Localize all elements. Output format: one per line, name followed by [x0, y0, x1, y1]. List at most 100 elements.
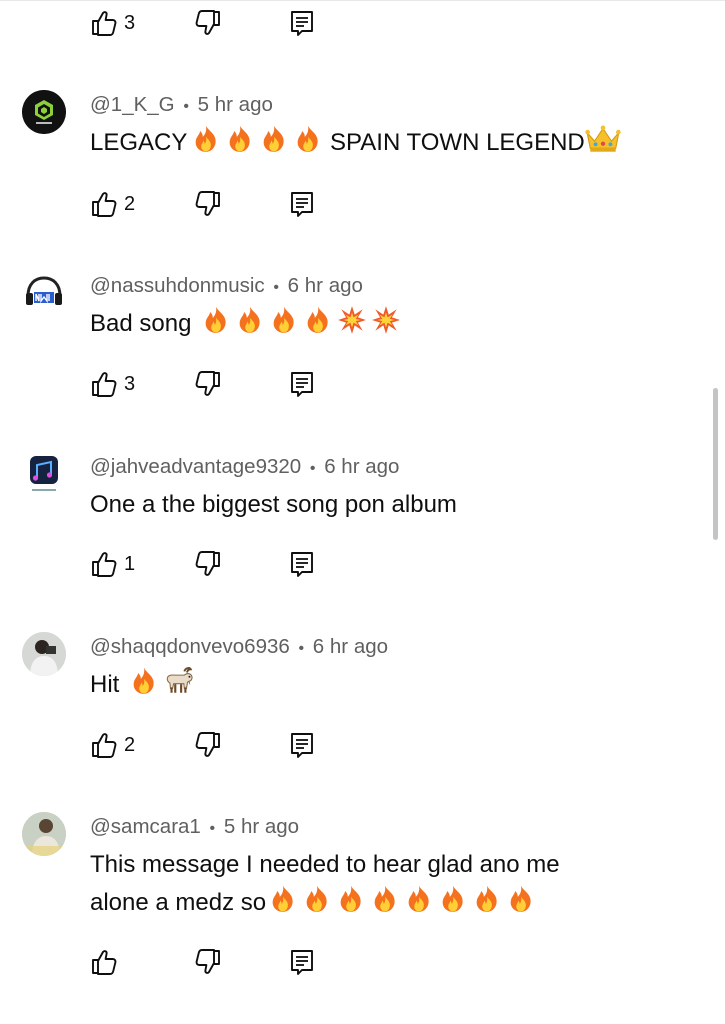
comment-text-part: Bad song	[90, 310, 192, 337]
avatar[interactable]	[22, 90, 66, 134]
comment-actions: 1	[90, 546, 330, 582]
avatar[interactable]	[22, 812, 66, 856]
like-button[interactable]: 2	[90, 727, 135, 763]
thumbs-up-icon	[90, 948, 118, 976]
comment-time[interactable]: 5 hr ago	[198, 93, 273, 116]
like-count: 2	[124, 733, 136, 756]
dislike-button[interactable]	[194, 5, 222, 41]
meta-separator: •	[309, 460, 316, 477]
comment-author[interactable]: @shaqqdonvevo6936	[90, 635, 290, 658]
comment-text: LEGACY SPAIN TOWN LEGEND	[90, 124, 690, 162]
thumbs-up-icon	[90, 9, 118, 37]
avatar-photo-image	[22, 812, 66, 856]
goat-emoji	[163, 666, 195, 696]
comment-text-line: alone a medz so	[90, 884, 690, 922]
collision-emoji	[371, 305, 401, 335]
like-button[interactable]: 1	[90, 546, 135, 582]
avatar-photo-image	[22, 632, 66, 676]
comment-text: Hit	[90, 666, 690, 704]
comment-text-part: Hit	[90, 671, 120, 698]
like-button[interactable]: 3	[90, 366, 135, 402]
fire-emoji	[472, 884, 502, 914]
like-button[interactable]	[90, 944, 124, 980]
reply-button[interactable]	[288, 366, 316, 402]
like-count: 1	[124, 552, 136, 575]
fire-emoji	[336, 884, 366, 914]
meta-separator: •	[273, 279, 279, 296]
comment-author[interactable]: @1_K_G	[90, 93, 175, 116]
reply-button[interactable]	[288, 944, 316, 980]
reply-button[interactable]	[288, 5, 316, 41]
meta-separator: •	[183, 98, 189, 115]
fire-emoji	[225, 124, 255, 154]
fire-emoji	[201, 305, 231, 335]
reply-comment-icon	[288, 9, 316, 37]
fire-emoji	[269, 305, 299, 335]
like-count: 2	[124, 192, 136, 215]
reply-button[interactable]	[288, 186, 316, 222]
avatar[interactable]	[22, 452, 66, 496]
reply-comment-icon	[288, 948, 316, 976]
like-button[interactable]: 2	[90, 186, 135, 222]
comment-actions: 3	[90, 366, 330, 402]
fire-emoji	[191, 124, 221, 154]
avatar[interactable]	[22, 632, 66, 676]
fire-emoji	[370, 884, 400, 914]
top-divider	[0, 0, 725, 1]
comment-meta: @samcara1 • 5 hr ago	[90, 815, 299, 839]
dislike-button[interactable]	[194, 546, 222, 582]
comment-meta: @shaqqdonvevo6936 • 6 hr ago	[90, 635, 388, 659]
dislike-button[interactable]	[194, 944, 222, 980]
comment-author[interactable]: @jahveadvantage9320	[90, 455, 301, 478]
comment-text-part: alone a medz so	[90, 889, 267, 916]
like-count: 3	[124, 372, 136, 395]
thumbs-down-icon	[194, 190, 222, 218]
fire-emoji	[129, 666, 159, 696]
avatar-music-app-image	[22, 452, 66, 496]
like-button[interactable]: 3	[90, 5, 135, 41]
thumbs-up-icon	[90, 370, 118, 398]
dislike-button[interactable]	[194, 186, 222, 222]
comment-text-line: This message I needed to hear glad ano m…	[90, 851, 560, 878]
comment-meta: @jahveadvantage9320 • 6 hr ago	[90, 455, 399, 479]
comment-time[interactable]: 5 hr ago	[224, 815, 299, 838]
comment-time[interactable]: 6 hr ago	[288, 274, 363, 297]
fire-emoji	[303, 305, 333, 335]
fire-emoji	[438, 884, 468, 914]
like-count: 3	[124, 11, 136, 34]
dislike-button[interactable]	[194, 366, 222, 402]
comment-time[interactable]: 6 hr ago	[324, 455, 399, 478]
thumbs-down-icon	[194, 550, 222, 578]
reply-comment-icon	[288, 190, 316, 218]
scrollbar-thumb[interactable]	[713, 388, 718, 540]
comment-author[interactable]: @samcara1	[90, 815, 201, 838]
crown-emoji	[585, 124, 621, 154]
meta-separator: •	[298, 640, 305, 657]
fire-emoji	[268, 884, 298, 914]
comment-text-part: LEGACY	[90, 129, 188, 156]
reply-comment-icon	[288, 550, 316, 578]
thumbs-down-icon	[194, 731, 222, 759]
fire-emoji	[302, 884, 332, 914]
reply-button[interactable]	[288, 727, 316, 763]
comment-time[interactable]: 6 hr ago	[313, 635, 388, 658]
avatar[interactable]	[22, 271, 66, 315]
thumbs-up-icon	[90, 731, 118, 759]
comment-actions: 2	[90, 186, 330, 222]
thumbs-up-icon	[90, 190, 118, 218]
meta-separator: •	[209, 820, 216, 837]
reply-comment-icon	[288, 731, 316, 759]
comment-text-part: SPAIN TOWN LEGEND	[323, 129, 585, 156]
comment-author[interactable]: @nassuhdonmusic	[90, 274, 265, 297]
fire-emoji	[259, 124, 289, 154]
reply-comment-icon	[288, 370, 316, 398]
thumbs-down-icon	[194, 948, 222, 976]
comment-meta: @nassuhdonmusic • 6 hr ago	[90, 274, 363, 298]
reply-button[interactable]	[288, 546, 316, 582]
previous-comment-actions: 3	[90, 5, 330, 41]
collision-emoji	[337, 305, 367, 335]
dislike-button[interactable]	[194, 727, 222, 763]
thumbs-down-icon	[194, 370, 222, 398]
fire-emoji	[293, 124, 323, 154]
comment-text: Bad song	[90, 305, 690, 343]
